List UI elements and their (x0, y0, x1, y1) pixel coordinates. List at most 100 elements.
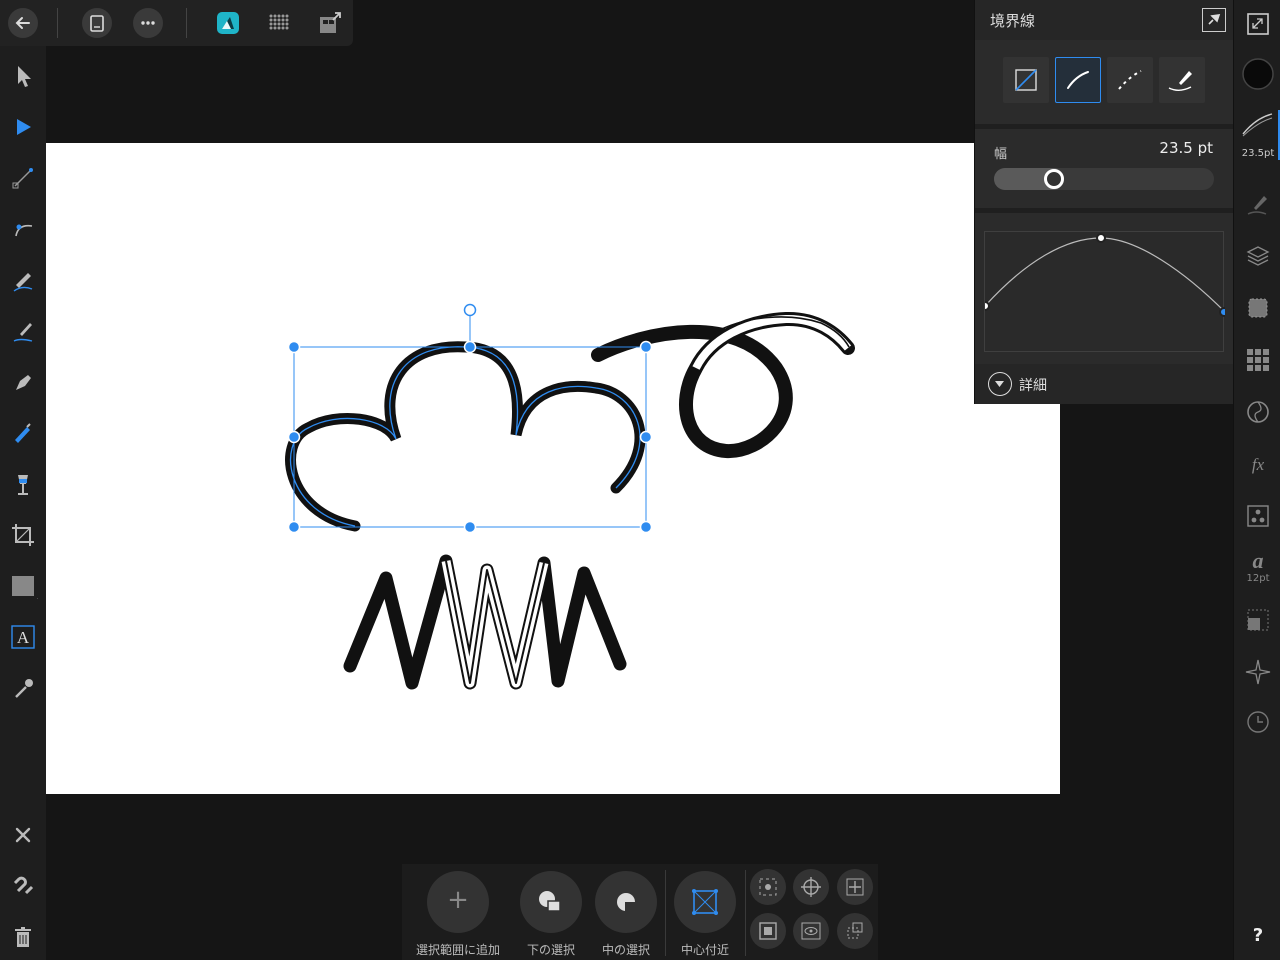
stroke-style-none-button[interactable] (1003, 57, 1049, 103)
stroke-panel-header: 境界線 (975, 0, 1234, 40)
color-swatch-icon (1242, 58, 1274, 90)
cloud-selected-path (289, 346, 641, 527)
corner-tool[interactable] (8, 214, 38, 244)
resize-handle-bottom-right[interactable] (639, 520, 653, 534)
width-value[interactable]: 23.5 pt (1159, 139, 1213, 157)
curve-point-mid[interactable] (1096, 233, 1106, 243)
stroke-panel: 境界線 幅 23.5 pt 詳細 (974, 0, 1234, 404)
width-label: 幅 (994, 147, 1008, 162)
text-a-icon: A (11, 625, 35, 649)
stroke-panel-title: 境界線 (990, 12, 1036, 30)
stroke-studio-button[interactable]: 23.5pt (1238, 110, 1278, 162)
back-button[interactable] (8, 8, 38, 38)
document-button[interactable] (82, 8, 112, 38)
text-style-a-icon: a (1253, 548, 1264, 572)
frame-icon (759, 922, 777, 940)
pressure-curve-editor[interactable] (984, 231, 1225, 352)
artboard-canvas[interactable] (46, 143, 1060, 794)
snapping-settings-button[interactable] (1242, 656, 1274, 688)
color-swatch-button[interactable] (1242, 58, 1274, 90)
brushes-button[interactable] (1242, 188, 1274, 220)
snap-frame-button[interactable] (750, 913, 786, 949)
curve-point-start[interactable] (985, 301, 990, 311)
tools-panel: A (0, 46, 46, 960)
point-transform-icon (12, 168, 33, 189)
snap-visible-button[interactable] (793, 913, 829, 949)
near-center-button[interactable] (674, 871, 736, 933)
fill-tool[interactable] (8, 418, 38, 448)
export-persona-button[interactable] (315, 8, 345, 38)
pixel-persona-button[interactable] (264, 8, 294, 38)
context-toolbar: + 選択範囲に追加 下の選択 中の選択 中心付近 (402, 864, 878, 960)
plus-icon: + (447, 885, 469, 915)
effects-button[interactable]: fx (1242, 448, 1274, 480)
designer-persona-button[interactable] (213, 8, 243, 38)
shape-tool[interactable] (8, 571, 38, 601)
snap-bounds-button[interactable] (750, 869, 786, 905)
more-button[interactable] (133, 8, 163, 38)
history-button[interactable] (1242, 706, 1274, 738)
resize-handle-bottom[interactable] (463, 520, 477, 534)
pen-tool[interactable] (8, 367, 38, 397)
resize-handle-top-left[interactable] (287, 340, 301, 354)
color-picker-tool[interactable] (8, 673, 38, 703)
transform-button[interactable] (1242, 292, 1274, 324)
top-toolbar (0, 0, 353, 46)
studio-sidebar: 23.5pt fx a 12pt ? (1233, 0, 1280, 960)
pointer-arrow-icon (18, 66, 31, 87)
add-to-selection-button[interactable]: + (427, 871, 489, 933)
corner-icon (15, 224, 33, 237)
document-icon (90, 15, 104, 32)
snapping-button[interactable] (8, 871, 38, 901)
help-button[interactable]: ? (1242, 920, 1274, 952)
text-size-badge: 12pt (1246, 573, 1270, 584)
pencil-icon (13, 273, 33, 292)
toolbar-divider (186, 8, 187, 38)
snap-midpoints-button[interactable] (837, 869, 873, 905)
resize-handle-right[interactable] (639, 430, 653, 444)
rotation-handle[interactable] (463, 303, 477, 317)
swatches-button[interactable] (1242, 344, 1274, 376)
transparency-tool[interactable] (8, 469, 38, 499)
delete-button[interactable] (8, 922, 38, 952)
text-styles-button[interactable]: a 12pt (1242, 548, 1274, 588)
pressure-curve (985, 237, 1225, 313)
pin-panel-button[interactable] (1202, 8, 1226, 32)
back-arrow-icon (15, 17, 30, 29)
snap-nodes-button[interactable] (837, 913, 873, 949)
text-tool[interactable]: A (8, 622, 38, 652)
stroke-style-solid-button[interactable] (1055, 57, 1101, 103)
curve-point-end[interactable] (1219, 307, 1225, 317)
stroke-style-brush-button[interactable] (1159, 57, 1205, 103)
adjustments-button[interactable] (1242, 396, 1274, 428)
pencil-tool[interactable] (8, 265, 38, 295)
node-tool[interactable] (8, 112, 38, 142)
cloud-curve[interactable] (285, 341, 646, 532)
navigator-button[interactable] (1242, 604, 1274, 636)
resize-handle-top[interactable] (463, 340, 477, 354)
svg-text:A: A (17, 628, 30, 647)
resize-handle-bottom-left[interactable] (287, 520, 301, 534)
transform-icon (1248, 298, 1268, 318)
details-toggle[interactable]: 詳細 (975, 364, 1234, 404)
select-below-button[interactable] (520, 871, 582, 933)
width-slider-knob[interactable] (1044, 169, 1064, 189)
move-tool[interactable] (8, 61, 38, 91)
point-transform-tool[interactable] (8, 163, 38, 193)
resize-handle-top-right[interactable] (639, 340, 653, 354)
stroke-style-dashed-button[interactable] (1107, 57, 1153, 103)
snap-center-button[interactable] (793, 869, 829, 905)
deselect-button[interactable] (8, 820, 38, 850)
pressure-curve-svg (985, 233, 1225, 317)
vector-brush-tool[interactable] (8, 316, 38, 346)
styles-button[interactable] (1242, 500, 1274, 532)
wine-glass-icon (18, 475, 28, 495)
layers-button[interactable] (1242, 240, 1274, 272)
fullscreen-button[interactable] (1242, 8, 1274, 40)
select-mid-button[interactable] (595, 871, 657, 933)
pixel-grid-icon (269, 14, 289, 30)
resize-handle-left[interactable] (287, 430, 301, 444)
width-slider[interactable] (994, 168, 1214, 190)
crop-tool[interactable] (8, 520, 38, 550)
close-x-icon (15, 827, 31, 843)
